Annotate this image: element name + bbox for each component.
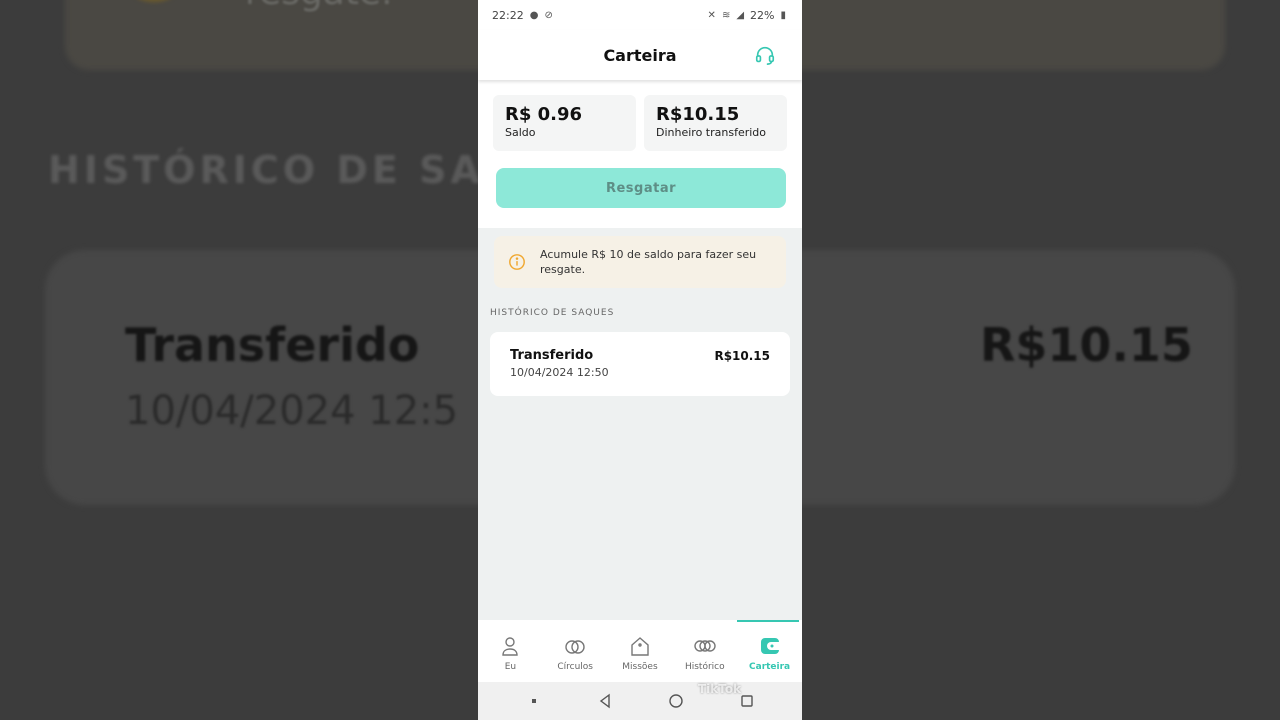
bg-top-text: resgate.	[245, 0, 393, 13]
nav-label: Círculos	[557, 662, 593, 672]
chat-icon: ●	[529, 9, 539, 21]
notification-off-icon: ⊘	[544, 9, 553, 21]
nav-label: Histórico	[684, 662, 725, 672]
tiktok-watermark: TikTok	[698, 682, 742, 696]
mute-icon: ✕	[707, 9, 716, 21]
bg-card-amount: R$10.15	[980, 318, 1193, 372]
saldo-card: R$ 0.96 Saldo	[493, 95, 636, 151]
person-icon	[502, 637, 519, 656]
circles-icon	[565, 640, 585, 654]
nav-item-carteira[interactable]: Carteira	[739, 636, 801, 672]
coins-icon	[694, 640, 716, 652]
nav-item-historico[interactable]: Histórico	[674, 636, 736, 672]
system-navigation-bar	[478, 682, 802, 720]
app-header: Carteira	[478, 30, 802, 80]
list-item[interactable]: Transferido 10/04/2024 12:50 R$10.15	[490, 332, 790, 396]
redeem-button[interactable]: Resgatar	[496, 168, 786, 208]
headset-icon[interactable]	[754, 44, 776, 66]
transferred-card: R$10.15 Dinheiro transferido	[644, 95, 787, 151]
bg-card-date: 10/04/2024 12:5	[125, 388, 459, 434]
notice-text: Acumule R$ 10 de saldo para fazer seu re…	[540, 248, 757, 276]
wallet-icon	[760, 638, 779, 654]
active-tab-indicator	[737, 620, 799, 622]
transferred-label: Dinheiro transferido	[656, 126, 767, 139]
saldo-amount: R$ 0.96	[505, 104, 583, 125]
nav-label: Missões	[622, 662, 658, 672]
nav-label: Eu	[504, 662, 517, 672]
nav-item-circulos[interactable]: Círculos	[544, 636, 606, 672]
home-icon[interactable]	[666, 691, 686, 711]
history-date: 10/04/2024 12:50	[510, 366, 609, 379]
history-section-title: HISTÓRICO DE SAQUES	[490, 308, 615, 318]
phone-screen: 22:22 ● ⊘ ✕ ≋ ◢ 22% ▮ Carteira R$ 0.96 S…	[478, 0, 802, 720]
notice-banner: Acumule R$ 10 de saldo para fazer seu re…	[494, 236, 786, 288]
menu-dot-icon[interactable]	[524, 691, 544, 711]
transferred-amount: R$10.15	[656, 104, 740, 125]
status-time: 22:22	[492, 8, 524, 22]
nav-label: Carteira	[749, 662, 791, 672]
nav-item-missoes[interactable]: Missões	[609, 636, 671, 672]
house-tag-icon	[631, 637, 649, 656]
bottom-navigation: Eu Círculos Missões Histórico Carteira	[478, 620, 802, 682]
battery-icon: ▮	[780, 9, 786, 21]
page-title: Carteira	[603, 45, 677, 65]
wifi-icon: ≋	[721, 9, 731, 21]
wallet-summary: R$ 0.96 Saldo R$10.15 Dinheiro transferi…	[478, 80, 802, 228]
bg-card-title: Transferido	[125, 318, 420, 372]
battery-level: 22%	[750, 8, 775, 22]
history-amount: R$10.15	[714, 349, 770, 363]
status-bar: 22:22 ● ⊘ ✕ ≋ ◢ 22% ▮	[478, 0, 802, 30]
signal-icon: ◢	[736, 9, 745, 21]
saldo-label: Saldo	[505, 126, 536, 139]
back-icon[interactable]	[595, 691, 615, 711]
info-icon	[509, 254, 525, 270]
nav-item-eu[interactable]: Eu	[479, 636, 541, 672]
